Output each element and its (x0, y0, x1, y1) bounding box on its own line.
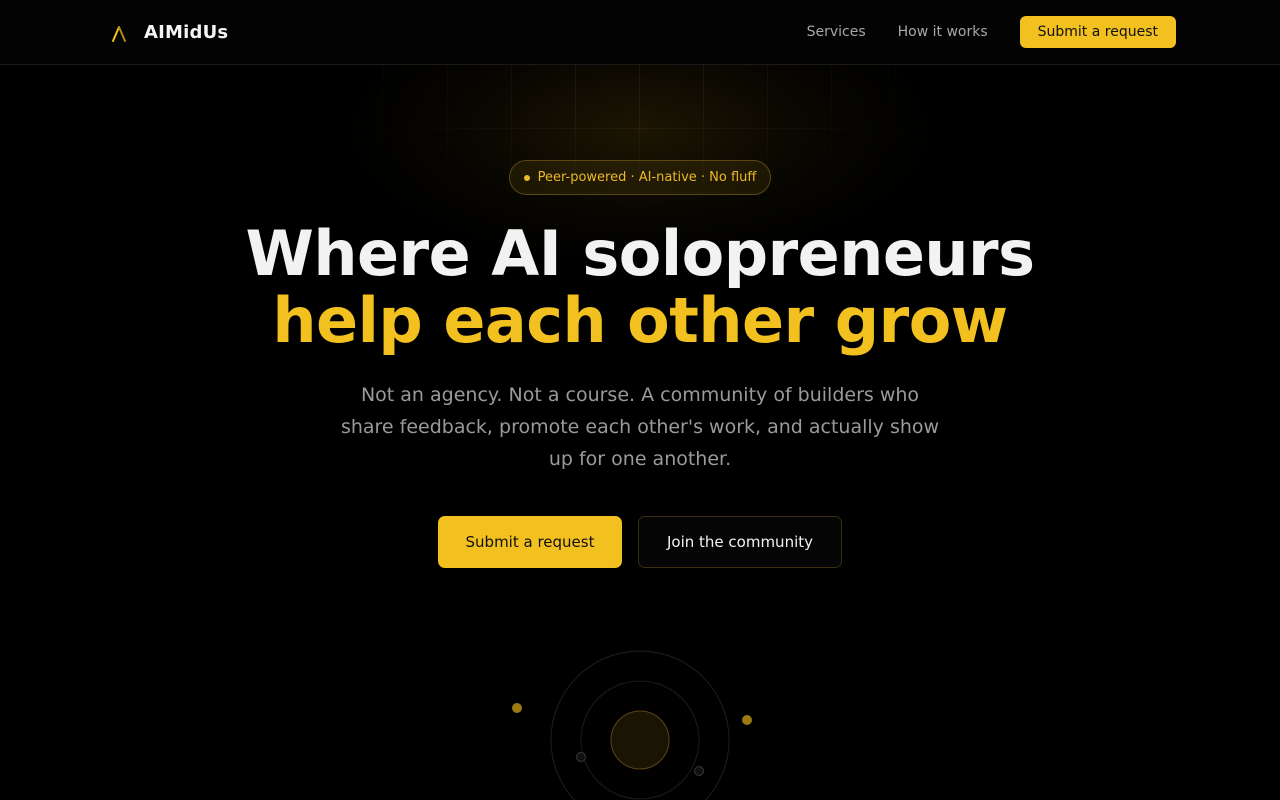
badge-text: Peer-powered · AI-native · No fluff (537, 170, 757, 185)
join-community-button[interactable]: Join the community (638, 516, 842, 568)
hero-subtitle: Not an agency. Not a course. A community… (340, 384, 940, 470)
orbit-dot-left (512, 703, 522, 713)
badge-dot-icon (523, 174, 530, 181)
nav-link-how-it-works[interactable]: How it works (898, 24, 988, 40)
submit-request-button[interactable]: Submit a request (438, 516, 622, 568)
orbit-core (610, 710, 670, 770)
hero-cta-row: Submit a request Join the community (0, 516, 1280, 568)
main-nav: Services How it works Submit a request (807, 16, 1176, 48)
orbit-dot-inner-right (694, 766, 704, 776)
lambda-logo-icon (112, 26, 126, 42)
orbit-graphic (512, 650, 752, 800)
brand[interactable]: AIMidUs (108, 18, 228, 46)
landing-page: AIMidUs Services How it works Submit a r… (0, 0, 1280, 800)
brand-name: AIMidUs (144, 21, 229, 43)
site-header: AIMidUs Services How it works Submit a r… (0, 0, 1280, 65)
nav-link-services[interactable]: Services (807, 24, 866, 40)
headline-line-1: Where AI solopreneurs (245, 217, 1035, 290)
hero-headline: Where AI solopreneurs help each other gr… (0, 220, 1280, 354)
orbit-dot-right (742, 715, 752, 725)
header-submit-request-button[interactable]: Submit a request (1019, 16, 1176, 48)
orbit-dot-inner-left (576, 752, 586, 762)
hero-badge: Peer-powered · AI-native · No fluff (509, 160, 771, 195)
headline-line-2: help each other grow (272, 284, 1008, 357)
